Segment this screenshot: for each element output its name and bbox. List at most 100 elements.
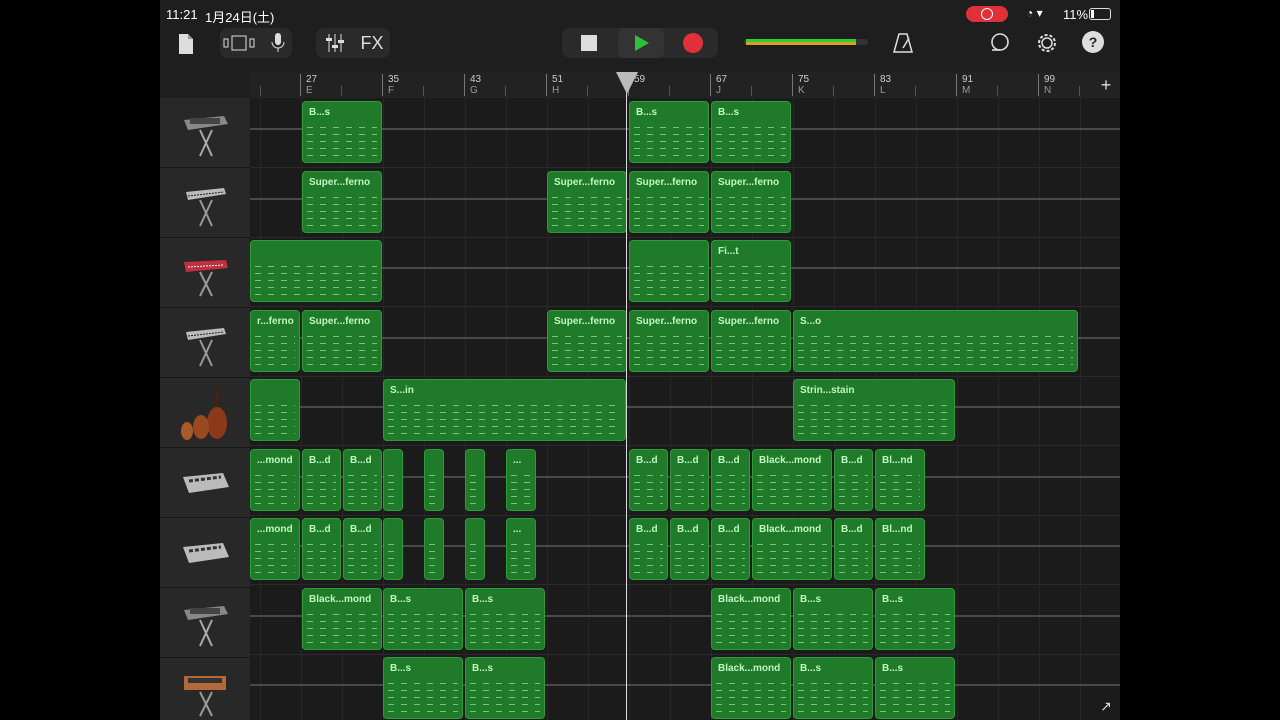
midi-region[interactable]: B...d <box>343 518 382 580</box>
tracks-view-icon[interactable] <box>222 28 256 58</box>
midi-region[interactable]: ... <box>506 448 536 511</box>
midi-region[interactable]: Black...mond <box>752 448 832 511</box>
midi-region[interactable] <box>383 448 403 511</box>
midi-region[interactable]: ... <box>506 518 536 580</box>
track-header[interactable] <box>160 168 250 238</box>
track-header[interactable] <box>160 448 250 518</box>
midi-region[interactable]: B...d <box>711 448 750 511</box>
midi-region[interactable]: B...s <box>383 657 463 719</box>
midi-region[interactable]: Super...ferno <box>711 170 791 233</box>
track-header[interactable] <box>160 308 250 378</box>
help-icon[interactable]: ? <box>1082 31 1104 53</box>
track-lane[interactable]: ...mond B...d B...d... B...d B...d B...d Black… <box>250 515 1120 585</box>
midi-region[interactable]: B...s <box>711 101 791 163</box>
midi-region[interactable]: B...d <box>302 448 341 511</box>
microphone-icon[interactable] <box>264 28 292 58</box>
midi-region[interactable] <box>383 518 403 580</box>
midi-region[interactable]: Super...ferno <box>547 309 627 372</box>
track-lane[interactable]: B...s B...s B...s <box>250 98 1120 168</box>
midi-region[interactable]: Strin...stain <box>793 379 955 441</box>
document-icon[interactable] <box>174 30 198 58</box>
midi-region[interactable] <box>465 518 485 580</box>
track-header[interactable] <box>160 658 250 720</box>
loop-icon[interactable] <box>986 30 1014 56</box>
midi-region[interactable]: Super...ferno <box>629 309 709 372</box>
track-lane[interactable]: Super...ferno Super...ferno Super...ferno S… <box>250 168 1120 238</box>
midi-region[interactable]: B...s <box>465 587 545 650</box>
play-icon[interactable] <box>618 28 664 58</box>
midi-region[interactable]: B...d <box>834 448 873 511</box>
midi-region[interactable]: Bl...nd <box>875 518 925 580</box>
track-header[interactable] <box>160 588 250 658</box>
region-name: Black...mond <box>759 524 822 535</box>
midi-region[interactable]: B...d <box>670 518 709 580</box>
mixer-icon[interactable] <box>320 28 350 58</box>
midi-region[interactable]: Super...ferno <box>302 309 382 372</box>
midi-region[interactable]: B...d <box>834 518 873 580</box>
midi-region[interactable]: B...s <box>629 101 709 163</box>
track-header[interactable] <box>160 98 250 168</box>
midi-region[interactable] <box>250 379 300 441</box>
track-lane[interactable]: B...s B...s Black...mond B...s B...s <box>250 654 1120 720</box>
midi-region[interactable]: Black...mond <box>711 587 791 650</box>
midi-region[interactable]: B...d <box>629 448 668 511</box>
midi-region[interactable]: ...mond <box>250 518 300 580</box>
midi-region[interactable]: B...s <box>793 657 873 719</box>
midi-notes <box>716 471 745 504</box>
settings-icon[interactable] <box>1034 30 1060 56</box>
midi-region[interactable]: B...d <box>343 448 382 511</box>
track-header[interactable] <box>160 238 250 308</box>
automation-line <box>250 684 1120 686</box>
fx-button[interactable]: FX <box>356 28 388 58</box>
midi-region[interactable]: S...in <box>383 379 626 441</box>
strings-icon <box>181 386 227 440</box>
midi-region[interactable]: B...s <box>875 657 955 719</box>
volume-slider[interactable] <box>744 39 868 45</box>
track-header[interactable] <box>160 518 250 588</box>
midi-region[interactable]: r...ferno <box>250 309 300 372</box>
midi-region[interactable]: Super...ferno <box>629 170 709 233</box>
region-name: B...d <box>350 454 372 466</box>
midi-region[interactable]: Super...ferno <box>711 309 791 372</box>
playhead[interactable] <box>626 72 627 720</box>
track-header[interactable] <box>160 378 250 448</box>
midi-region[interactable] <box>250 240 382 302</box>
midi-region[interactable]: B...s <box>465 657 545 719</box>
midi-region[interactable]: Super...ferno <box>547 170 627 233</box>
midi-region[interactable]: B...s <box>383 587 463 650</box>
playhead-handle[interactable] <box>616 72 638 94</box>
midi-region[interactable]: B...d <box>302 518 341 580</box>
midi-region[interactable]: Bl...nd <box>875 448 925 511</box>
midi-region[interactable]: B...s <box>302 101 382 163</box>
midi-region[interactable]: Fi...t <box>711 240 791 302</box>
midi-region[interactable] <box>629 240 709 302</box>
timeline-ruler[interactable]: 27 E 35 F 43 G 51 H 59 67 J 75 K 83 L 91 M 99 N + <box>250 72 1120 99</box>
midi-region[interactable]: B...s <box>793 587 873 650</box>
midi-region[interactable]: S...o <box>793 309 1078 372</box>
arrangement-area[interactable]: B...s B...s B...s Super...ferno Super...fern… <box>250 98 1120 720</box>
midi-region[interactable] <box>465 448 485 511</box>
midi-region[interactable]: B...d <box>670 448 709 511</box>
midi-region[interactable]: B...d <box>711 518 750 580</box>
stop-icon[interactable] <box>566 28 612 58</box>
midi-region[interactable]: B...d <box>629 518 668 580</box>
midi-region[interactable]: Black...mond <box>302 587 382 650</box>
track-lane[interactable]: ...mond B...d B...d... B...d B...d B...d Black… <box>250 446 1120 516</box>
track-lane[interactable]: r...ferno Super...ferno Super...ferno Super… <box>250 307 1120 377</box>
midi-region[interactable]: Super...ferno <box>302 170 382 233</box>
midi-notes <box>429 541 439 573</box>
midi-region[interactable]: Black...mond <box>711 657 791 719</box>
midi-region[interactable]: B...s <box>875 587 955 650</box>
midi-region[interactable] <box>424 448 444 511</box>
region-name: Black...mond <box>718 593 781 605</box>
midi-region[interactable]: Black...mond <box>752 518 832 580</box>
track-lane[interactable]: S...in Strin...stain <box>250 376 1120 446</box>
track-lane[interactable]: Black...mond B...s B...s Black...mond B...s B… <box>250 585 1120 655</box>
midi-region[interactable] <box>424 518 444 580</box>
track-lane[interactable]: Fi...t <box>250 237 1120 307</box>
metronome-icon[interactable] <box>890 30 916 56</box>
record-icon[interactable] <box>670 28 716 58</box>
midi-region[interactable]: ...mond <box>250 448 300 511</box>
add-section-button[interactable]: + <box>1096 74 1116 96</box>
resize-handle-icon[interactable]: ↗ <box>1098 698 1114 714</box>
